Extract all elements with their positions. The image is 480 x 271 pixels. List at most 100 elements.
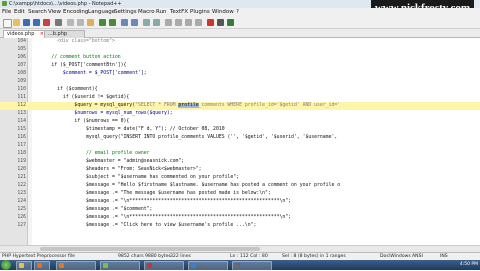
redo-icon[interactable]	[109, 19, 116, 26]
code-token: $subject = "$username has commented on y…	[34, 175, 240, 180]
line-number: 115	[17, 127, 26, 132]
code-line[interactable]: 116 mysql_query("INSERT INTO profile_com…	[0, 134, 480, 142]
paste-icon[interactable]	[87, 19, 94, 26]
cut-icon[interactable]	[67, 19, 74, 26]
save-all-icon[interactable]	[33, 19, 40, 26]
replace-icon[interactable]	[131, 19, 138, 26]
line-number: 122	[17, 183, 26, 188]
code-text: $numrows = mysql_num_rows($query);	[34, 110, 173, 118]
tab-videos-php[interactable]: videos.php ×	[3, 30, 46, 38]
code-line[interactable]: 117	[0, 142, 480, 150]
menu-encoding[interactable]: Encoding	[63, 8, 88, 17]
tab-other-file[interactable]: ...b.php	[44, 30, 85, 38]
code-token: if ($_POST['commentBtn']){	[34, 63, 127, 68]
menu-view[interactable]: View	[48, 8, 61, 17]
code-line[interactable]: 106 // comment button action	[0, 54, 480, 62]
menu-language[interactable]: Language	[88, 8, 115, 17]
menu-file[interactable]: File	[2, 8, 11, 17]
save-icon[interactable]	[23, 19, 30, 26]
code-line[interactable]: 113 $numrows = mysql_num_rows($query);	[0, 110, 480, 118]
code-token: $timestamp = date("F d, Y"); // October …	[34, 127, 225, 132]
line-number: 118	[17, 151, 26, 156]
code-line[interactable]: 109	[0, 78, 480, 86]
indent-guide-icon[interactable]	[195, 19, 202, 26]
menu-help[interactable]: ?	[236, 8, 239, 17]
code-token: if ($userid != $getid){	[34, 95, 130, 100]
tab-bar: videos.php × ...b.php	[0, 29, 480, 38]
code-token: $numrows = mysql_num_rows($query);	[34, 111, 173, 116]
clock: 4:50 PM	[459, 262, 478, 267]
code-line[interactable]: 122 $message = "Hello $firstname $lastna…	[0, 182, 480, 190]
new-file-icon[interactable]	[3, 19, 12, 28]
menu-macro[interactable]: Macro	[138, 8, 155, 17]
code-text: $webmaster = "admin@seasnick.com";	[34, 158, 184, 166]
show-all-chars-icon[interactable]	[185, 19, 192, 26]
line-number: 124	[17, 199, 26, 204]
code-line[interactable]: 119 $webmaster = "admin@seasnick.com";	[0, 158, 480, 166]
code-line[interactable]: 110 if ($comment){	[0, 86, 480, 94]
code-line[interactable]: 105	[0, 46, 480, 54]
record-macro-icon[interactable]	[207, 19, 214, 26]
menu-edit[interactable]: Edit	[14, 8, 25, 17]
stop-macro-icon[interactable]	[217, 19, 224, 26]
code-text: $comment = $_POST['comment'];	[34, 70, 147, 78]
code-editor[interactable]: 104 <div class="bottom"> 105 106 // commen…	[0, 38, 480, 245]
toolbar	[0, 17, 480, 29]
code-token: $message .= "$comment";	[34, 207, 153, 212]
line-number: 104	[17, 39, 26, 44]
code-line[interactable]: 120 $headers = "From: SeasNick<$webmaste…	[0, 166, 480, 174]
selected-text: profile	[178, 103, 199, 108]
menu-window[interactable]: Window	[212, 8, 234, 17]
code-token: // email profile owner	[34, 151, 150, 156]
code-line[interactable]: 126 $message .= "\n*********************…	[0, 214, 480, 222]
print-icon[interactable]	[55, 19, 62, 26]
code-line[interactable]: 125 $message .= "$comment";	[0, 206, 480, 214]
copy-icon[interactable]	[77, 19, 84, 26]
sync-scroll-icon[interactable]	[165, 19, 172, 26]
open-folder-icon[interactable]	[13, 19, 20, 26]
line-number: 120	[17, 167, 26, 172]
code-line[interactable]: 104 <div class="bottom">	[0, 38, 480, 46]
zoom-out-icon[interactable]	[153, 19, 160, 26]
find-icon[interactable]	[121, 19, 128, 26]
horizontal-scrollbar[interactable]	[0, 245, 480, 252]
code-line[interactable]: 124 $message .= "\n*********************…	[0, 198, 480, 206]
code-token: $message .= "The message $username has p…	[34, 191, 271, 196]
tab-label: ...b.php	[48, 31, 68, 37]
close-file-icon[interactable]	[43, 19, 50, 26]
code-line[interactable]: 127 $message .= "Click here to view $use…	[0, 222, 480, 230]
word-wrap-icon[interactable]	[175, 19, 182, 26]
line-number: 111	[17, 95, 26, 100]
menu-plugins[interactable]: Plugins	[190, 8, 210, 17]
zoom-in-icon[interactable]	[143, 19, 150, 26]
scrollbar-thumb[interactable]	[40, 247, 260, 251]
menu-textfx[interactable]: TextFX	[170, 8, 188, 17]
code-text: $message .= "\n*************************…	[34, 198, 291, 206]
start-button[interactable]	[1, 260, 11, 270]
code-token: if ($numrows == 0){	[34, 119, 130, 124]
code-token: $webmaster = "admin@seasnick.com";	[34, 159, 185, 164]
code-line[interactable]: 107 if ($_POST['commentBtn']){	[0, 62, 480, 70]
code-line[interactable]: 108 $comment = $_POST['comment'];	[0, 70, 480, 78]
code-text: $message .= "Click here to view $usernam…	[34, 222, 256, 230]
code-text: $query = mysql_query("SELECT * FROM prof…	[34, 102, 340, 110]
app-icon	[235, 263, 240, 268]
code-line[interactable]: 114 if ($numrows == 0){	[0, 118, 480, 126]
menu-run[interactable]: Run	[156, 8, 167, 17]
code-line[interactable]: 112 $query = mysql_query("SELECT * FROM …	[0, 102, 480, 110]
undo-icon[interactable]	[99, 19, 106, 26]
play-macro-icon[interactable]	[227, 19, 234, 26]
code-line[interactable]: 111 if ($userid != $getid){	[0, 94, 480, 102]
code-line[interactable]: 121 $subject = "$username has commented …	[0, 174, 480, 182]
code-token: $query = mysql_query(	[34, 103, 136, 108]
window-title: C:\xampp\htdocs\...\videos.php - Notepad…	[9, 1, 122, 7]
code-line[interactable]: 118 // email profile owner	[0, 150, 480, 158]
code-text: $message .= "The message $username has p…	[34, 190, 271, 198]
menu-settings[interactable]: Settings	[114, 8, 137, 17]
code-token: // comment button action	[34, 55, 121, 60]
media-player-icon	[37, 263, 42, 268]
menu-search[interactable]: Search	[28, 8, 47, 17]
code-line[interactable]: 123 $message .= "The message $username h…	[0, 190, 480, 198]
app-icon	[147, 263, 152, 268]
code-line[interactable]: 115 $timestamp = date("F d, Y"); // Octo…	[0, 126, 480, 134]
